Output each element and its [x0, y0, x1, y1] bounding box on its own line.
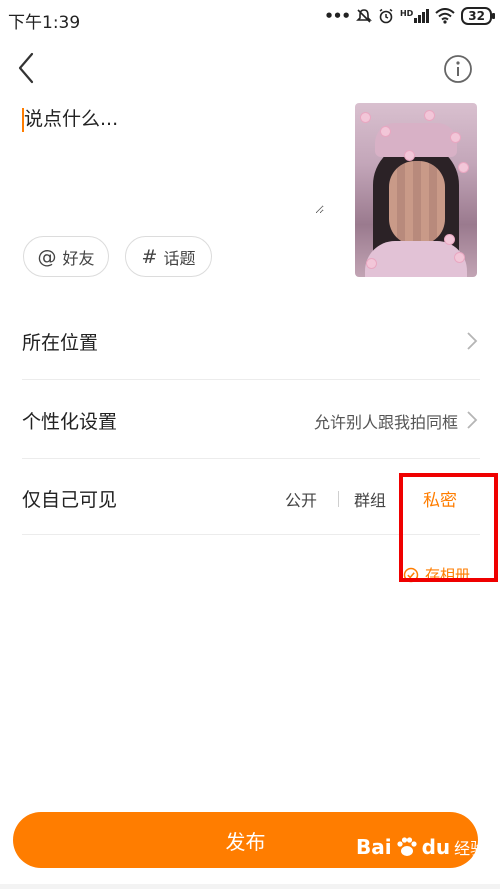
wifi-icon: [435, 8, 455, 24]
info-button[interactable]: [443, 54, 473, 84]
visibility-label: 仅自己可见: [22, 489, 118, 511]
topic-label: 话题: [163, 248, 196, 268]
visibility-option-public[interactable]: 公开: [285, 487, 317, 511]
baidu-watermark: Bai du 经验: [356, 835, 487, 859]
mention-friends-chip[interactable]: @ 好友: [23, 236, 109, 277]
visibility-option-group[interactable]: 群组: [354, 487, 386, 511]
personalize-label: 个性化设置: [22, 411, 118, 433]
mention-friends-label: 好友: [62, 248, 95, 268]
divider: [22, 379, 480, 380]
back-button[interactable]: [12, 50, 44, 86]
location-row[interactable]: 所在位置: [22, 302, 480, 380]
hd-signal-icon: HD: [400, 9, 430, 23]
battery-icon: 32: [461, 7, 495, 25]
bottom-bar: [0, 884, 500, 889]
chevron-right-icon: [467, 411, 478, 429]
separator: [338, 491, 339, 507]
topic-chip[interactable]: # 话题: [125, 236, 212, 277]
at-icon: @: [37, 245, 57, 268]
status-bar: 下午1:39 ••• HD 32: [0, 0, 500, 36]
alarm-icon: [379, 8, 393, 24]
hash-icon: #: [141, 245, 158, 268]
dots-icon: •••: [324, 7, 351, 25]
paw-icon: [397, 837, 417, 856]
status-time: 下午1:39: [8, 13, 81, 33]
personalize-value: 允许别人跟我拍同框: [313, 413, 458, 432]
status-icons: ••• HD 32: [324, 7, 495, 25]
chevron-right-icon: [467, 332, 478, 350]
highlight-box: [399, 473, 498, 582]
personalize-row[interactable]: 个性化设置 允许别人跟我拍同框: [22, 381, 480, 459]
mute-icon: [356, 9, 372, 23]
photo-thumbnail[interactable]: [355, 103, 477, 277]
info-icon: [444, 55, 472, 83]
location-label: 所在位置: [22, 332, 99, 354]
chevron-left-icon: [18, 52, 34, 84]
compose-input[interactable]: [24, 104, 324, 214]
